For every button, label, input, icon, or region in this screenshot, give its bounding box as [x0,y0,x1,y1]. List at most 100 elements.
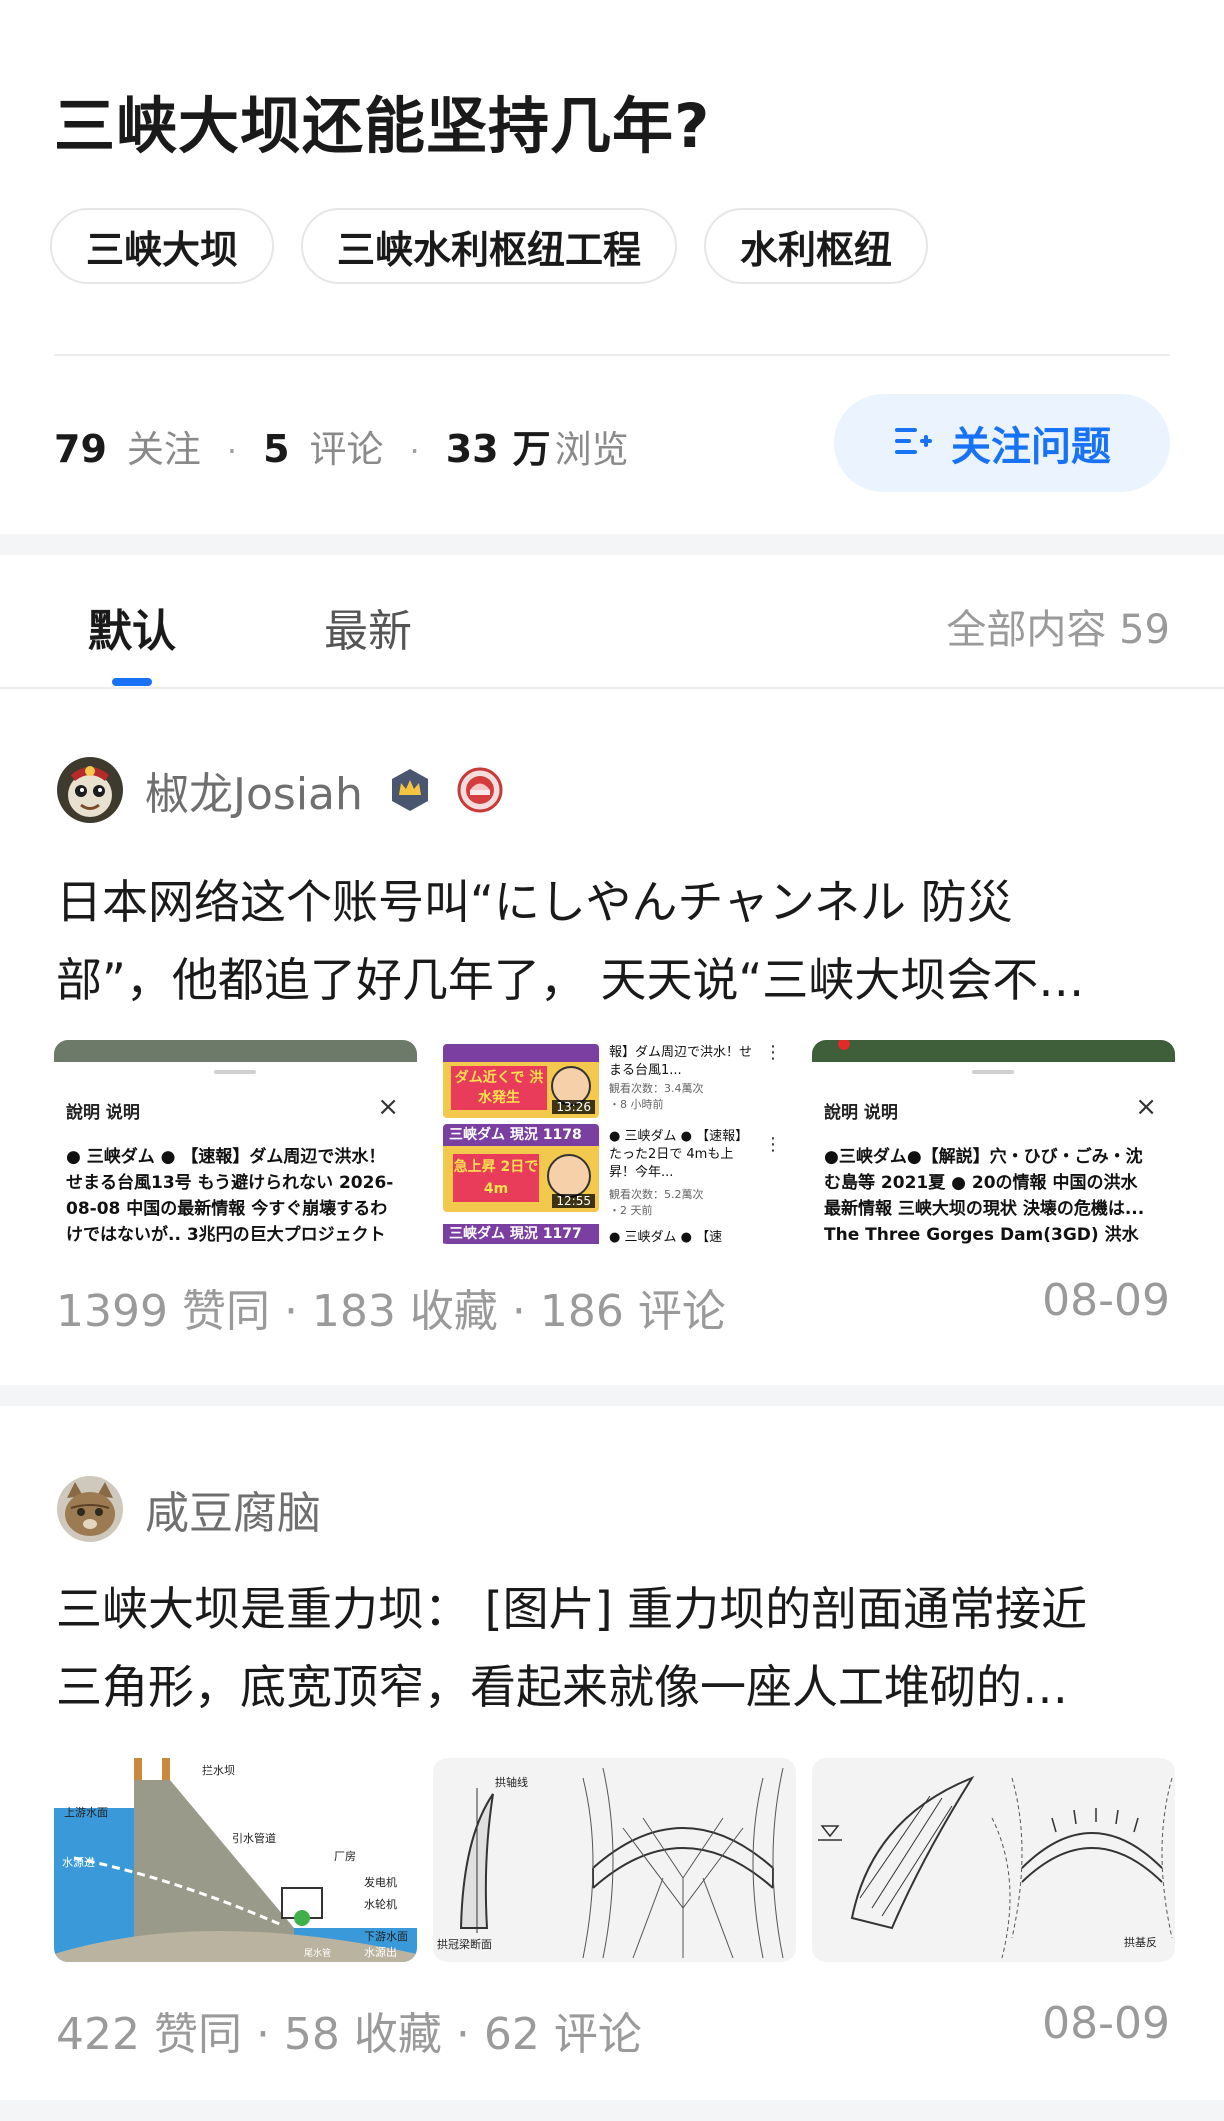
diagram-label: 下游水面 [364,1930,408,1943]
answer-stats: 1399 赞同 · 183 收藏 · 186 评论 [56,1286,726,1337]
excerpt-line: 部”，他都追了好几年了， 天天说“三峡大坝会不… [56,953,1085,1007]
excerpt-line: 三角形，底宽顶窄，看起来就像一座人工堆砌的… [56,1660,1068,1714]
answer-stats: 422 赞同 · 58 收藏 · 62 评论 [56,2009,642,2060]
diagram-label: 水源进 [62,1856,95,1869]
section-gap [0,534,1224,555]
more-menu-icon: ⋮ [764,1134,782,1155]
video-strip [812,1040,1175,1062]
sheet-title: 說明 说明 [66,1103,140,1123]
video-thumb: ダム近くで 洪水発生 13:26 [443,1044,599,1118]
topic-tag[interactable]: 三峡大坝 [50,208,275,284]
answer-author[interactable]: 椒龙Josiah [57,757,503,823]
answer-images: 拦水坝 上游水面 水源进 引水管道 厂房 发电机 水轮机 下游水面 水源出 尾水… [54,1758,1175,1962]
presenter-icon [547,1154,591,1198]
close-icon: × [1135,1092,1157,1122]
sheet-body: ● 三峡ダム ● 【速報】ダム周辺で洪水！せまる台風13号 もう避けられない 2… [66,1147,394,1244]
followers-count: 79 [54,427,107,471]
sheet-body: ●三峡ダム●【解説】穴・ひび・ごみ・沈む島等 2021夏 ● 20の情報 中国の… [824,1147,1145,1244]
diagram-label: 上游水面 [64,1806,108,1819]
avatar[interactable] [57,757,123,823]
answer-meta: 1399 赞同 · 183 收藏 · 186 评论 08-09 [56,1275,1170,1339]
video-views: 観看次数：5.2萬次 [609,1188,704,1201]
sort-tabs: 默认 最新 全部内容 59 [0,555,1224,689]
comments-count[interactable]: 5 [263,427,289,471]
comments-label[interactable]: 评论 [310,419,384,473]
follow-list-icon [893,424,933,462]
video-title: 報】ダム周辺で洪水！せまる台風1... [609,1045,753,1078]
question-stats: 79 关注 · 5 评论 · 33 万 浏览 [54,418,629,473]
author-name[interactable]: 椒龙Josiah [145,758,363,822]
diagram-label: 水源出 [364,1946,397,1959]
diagram-label: 引水管道 [232,1832,276,1845]
video-time: ・2 天前 [609,1204,653,1217]
video-thumb-label: ダム近くで 洪水発生 [451,1066,547,1110]
answer-date: 08-09 [1042,1275,1170,1326]
answer-excerpt[interactable]: 日本网络这个账号叫“にしやんチャンネル 防災 部”，他都追了好几年了， 天天说“… [56,863,1172,1019]
video-duration: 12:55 [552,1194,595,1208]
diagram-label: 拱冠梁断面 [437,1938,492,1951]
answer-image[interactable]: 拱轴线 拱冠梁断面 [433,1758,796,1962]
views-count: 33 [445,427,499,471]
section-gap [0,2100,1224,2121]
question-title: 三峡大坝还能坚持几年? [54,91,711,162]
crown-badge-icon [387,767,433,813]
avatar[interactable] [57,1476,123,1542]
helmet-badge-icon [457,767,503,813]
answer-image[interactable]: ダム近くで 洪水発生 13:26 報】ダム周辺で洪水！せまる台風1... 観看次… [433,1040,796,1244]
excerpt-line: 日本网络这个账号叫“にしやんチャンネル 防災 [56,875,1013,929]
arch-dam-diagram [459,1767,784,1959]
more-menu-icon: ⋮ [764,1042,782,1063]
diagram-label: 拱轴线 [495,1776,528,1789]
video-duration: 13:26 [552,1100,595,1114]
followers-label: 关注 [126,428,201,471]
answer-image[interactable]: 拦水坝 上游水面 水源进 引水管道 厂房 发电机 水轮机 下游水面 水源出 尾水… [54,1758,417,1962]
topic-tags: 三峡大坝 三峡水利枢纽工程 水利枢纽 [50,208,929,284]
diagram-label: 水轮机 [364,1898,397,1911]
diagram-label: 发电机 [364,1876,397,1889]
video-badge: 三峡ダム 現況 1178 [443,1124,599,1146]
answer-images: 說明 说明 × ● 三峡ダム ● 【速報】ダム周辺で洪水！せまる台風13号 もう… [54,1040,1175,1244]
dam-cross-section-diagram [54,1758,417,1962]
arch-load-diagram [818,1775,1173,1959]
question-header: 三峡大坝还能坚持几年? 三峡大坝 三峡水利枢纽工程 水利枢纽 79 关注 · 5… [0,0,1224,534]
video-strip [54,1040,417,1062]
topic-tag[interactable]: 三峡水利枢纽工程 [301,208,678,284]
content-count[interactable]: 全部内容 59 [946,597,1170,655]
answer-excerpt[interactable]: 三峡大坝是重力坝： [图片] 重力坝的剖面通常接近 三角形，底宽顶窄，看起来就像… [56,1570,1172,1726]
excerpt-line: 三峡大坝是重力坝： [图片] 重力坝的剖面通常接近 [56,1582,1088,1636]
stats-separator: · [409,432,420,470]
divider [54,354,1170,356]
video-time: ・8 小時前 [609,1098,664,1111]
active-tab-indicator [112,678,152,686]
author-name[interactable]: 咸豆腐脑 [145,1477,321,1541]
video-title: ● 三峡ダム ● 【速報】たった2日で 4mも上昇！今年... [609,1129,749,1180]
video-views: 観看次数：3.4萬次 [609,1082,704,1095]
answer-image[interactable]: 拱基反 [812,1758,1175,1962]
topic-tag[interactable]: 水利枢纽 [704,208,929,284]
sheet-title: 說明 说明 [824,1103,898,1123]
section-gap [0,1385,1224,1406]
answer-author[interactable]: 咸豆腐脑 [57,1476,321,1542]
tab-default[interactable]: 默认 [88,595,176,659]
video-title: ● 三峡ダム ● 【速 [609,1230,723,1244]
answer-card[interactable]: 椒龙Josiah 日本网络这个账号叫“にしやんチャンネル 防災 部”，他都追了好… [0,691,1224,1385]
diagram-label: 厂房 [334,1850,356,1863]
diagram-label: 拱基反 [1124,1936,1157,1949]
answer-date: 08-09 [1042,1998,1170,2049]
answer-meta: 422 赞同 · 58 收藏 · 62 评论 08-09 [56,1998,1170,2062]
follow-button-label: 关注问题 [951,424,1111,470]
follow-question-button[interactable]: 关注问题 [834,394,1170,492]
views-unit: 万 [512,427,551,471]
tab-latest[interactable]: 最新 [324,595,412,659]
close-icon: × [377,1092,399,1122]
stats-separator: · [226,432,238,470]
video-thumb: 三峡ダム 現況 1178 急上昇 2日で4m 12:55 [443,1124,599,1212]
sheet-handle [972,1070,1014,1074]
answer-card[interactable]: 咸豆腐脑 三峡大坝是重力坝： [图片] 重力坝的剖面通常接近 三角形，底宽顶窄，… [0,1406,1224,2121]
diagram-label: 拦水坝 [202,1764,235,1777]
answer-image[interactable]: 說明 说明 × ● 三峡ダム ● 【速報】ダム周辺で洪水！せまる台風13号 もう… [54,1040,417,1244]
sheet-handle [214,1070,256,1074]
video-thumb-label: 急上昇 2日で4m [453,1154,539,1202]
diagram-label: 尾水管 [304,1949,332,1959]
answer-image[interactable]: 說明 说明 × ●三峡ダム●【解説】穴・ひび・ごみ・沈む島等 2021夏 ● 2… [812,1040,1175,1244]
